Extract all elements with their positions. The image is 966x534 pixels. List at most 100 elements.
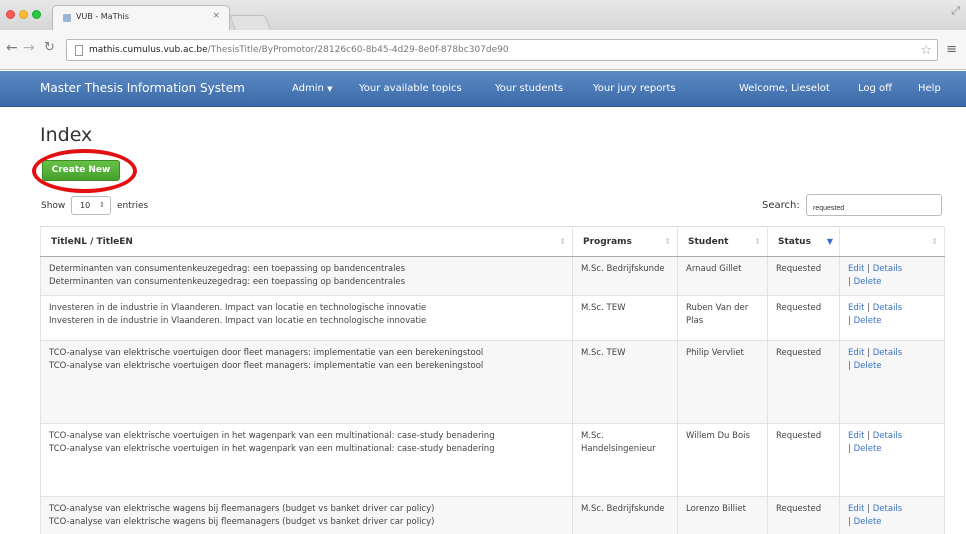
chevron-down-icon: ▼ <box>327 85 333 93</box>
browser-tabstrip: VUB - MaThis × ⤢ <box>0 0 966 30</box>
close-window-icon[interactable] <box>6 10 15 19</box>
delete-link[interactable]: Delete <box>854 277 882 287</box>
program-cell: M.Sc. Bedrijfskunde <box>572 496 678 534</box>
header-programs[interactable]: Programs ⇕ <box>572 226 678 257</box>
details-link[interactable]: Details <box>873 264 902 274</box>
app-navbar: Master Thesis Information System Admin ▼… <box>0 71 966 107</box>
separator: | <box>867 264 871 274</box>
details-link[interactable]: Details <box>873 303 902 313</box>
header-title-label: TitleNL / TitleEN <box>51 236 133 247</box>
table-row: Investeren in de industrie in Vlaanderen… <box>40 295 945 341</box>
back-arrow-icon[interactable]: ← <box>6 41 18 55</box>
details-link[interactable]: Details <box>873 348 902 358</box>
delete-link[interactable]: Delete <box>854 361 882 371</box>
title-nl: TCO-analyse van elektrische wagens bij f… <box>49 504 435 514</box>
table-row: Determinanten van consumentenkeuzegedrag… <box>40 256 945 296</box>
status-cell: Requested <box>767 256 840 296</box>
delete-link[interactable]: Delete <box>854 517 882 527</box>
sort-icon: ⇕ <box>931 237 938 246</box>
nav-available-topics[interactable]: Your available topics <box>359 83 462 94</box>
edit-link[interactable]: Edit <box>848 264 864 274</box>
title-cell: TCO-analyse van elektrische voertuigen i… <box>40 423 573 497</box>
edit-link[interactable]: Edit <box>848 303 864 313</box>
status-cell: Requested <box>767 496 840 534</box>
details-link[interactable]: Details <box>873 431 902 441</box>
program-cell: M.Sc. Bedrijfskunde <box>572 256 678 296</box>
student-cell: Arnaud Gillet <box>677 256 768 296</box>
title-cell: TCO-analyse van elektrische voertuigen d… <box>40 340 573 424</box>
actions-cell: Edit | Details | Delete <box>839 256 945 296</box>
student-cell: Ruben Van der Plas <box>677 295 768 341</box>
logoff-link[interactable]: Log off <box>858 83 892 94</box>
delete-link[interactable]: Delete <box>854 444 882 454</box>
header-programs-label: Programs <box>583 236 632 247</box>
separator: | <box>848 516 851 527</box>
status-cell: Requested <box>767 340 840 424</box>
forward-arrow-icon[interactable]: → <box>23 41 35 55</box>
program-cell: M.Sc. TEW <box>572 340 678 424</box>
page-size-select[interactable]: 10 ⇕ <box>71 196 111 215</box>
header-student[interactable]: Student ⇕ <box>677 226 768 257</box>
separator: | <box>867 303 871 313</box>
title-nl: TCO-analyse van elektrische voertuigen d… <box>49 348 484 358</box>
table-row: TCO-analyse van elektrische wagens bij f… <box>40 496 945 534</box>
browser-tab[interactable]: VUB - MaThis × <box>52 5 230 30</box>
nav-your-students[interactable]: Your students <box>495 83 563 94</box>
browser-menu-icon[interactable]: ≡ <box>946 42 957 57</box>
title-nl: Investeren in de industrie in Vlaanderen… <box>49 303 427 313</box>
edit-link[interactable]: Edit <box>848 504 864 514</box>
address-bar[interactable]: mathis.cumulus.vub.ac.be/ThesisTitle/ByP… <box>66 39 938 61</box>
delete-link[interactable]: Delete <box>854 316 882 326</box>
separator: | <box>867 431 871 441</box>
separator: | <box>867 504 871 514</box>
admin-menu[interactable]: Admin ▼ <box>292 83 332 94</box>
actions-cell: Edit | Details | Delete <box>839 340 945 424</box>
fullscreen-icon[interactable]: ⤢ <box>951 4 960 18</box>
bookmark-star-icon[interactable]: ☆ <box>920 43 932 58</box>
brand-link[interactable]: Master Thesis Information System <box>40 81 245 95</box>
page-icon <box>75 45 83 56</box>
header-status[interactable]: Status ▼ <box>767 226 840 257</box>
separator: | <box>848 276 851 287</box>
new-tab-button[interactable] <box>229 15 271 30</box>
maximize-window-icon[interactable] <box>32 10 41 19</box>
reload-icon[interactable]: ↻ <box>44 41 55 55</box>
title-en: TCO-analyse van elektrische voertuigen d… <box>49 360 484 371</box>
admin-menu-label: Admin <box>292 83 324 94</box>
actions-cell: Edit | Details | Delete <box>839 295 945 341</box>
entries-label: entries <box>117 201 149 211</box>
program-cell: M.Sc. TEW <box>572 295 678 341</box>
title-cell: Investeren in de industrie in Vlaanderen… <box>40 295 573 341</box>
nav-jury-reports[interactable]: Your jury reports <box>593 83 676 94</box>
header-title[interactable]: TitleNL / TitleEN ⇕ <box>40 226 573 257</box>
header-actions[interactable]: ⇕ <box>839 226 945 257</box>
tab-title: VUB - MaThis <box>76 12 129 21</box>
browser-toolbar: ← → ↻ mathis.cumulus.vub.ac.be/ThesisTit… <box>0 30 966 70</box>
actions-cell: Edit | Details | Delete <box>839 496 945 534</box>
minimize-window-icon[interactable] <box>19 10 28 19</box>
edit-link[interactable]: Edit <box>848 348 864 358</box>
header-student-label: Student <box>688 236 729 247</box>
student-cell: Lorenzo Billiet <box>677 496 768 534</box>
separator: | <box>848 443 851 454</box>
status-cell: Requested <box>767 295 840 341</box>
thesis-table: TitleNL / TitleEN ⇕ Programs ⇕ Student ⇕ St… <box>40 226 945 534</box>
details-link[interactable]: Details <box>873 504 902 514</box>
url-host: mathis.cumulus.vub.ac.be <box>89 45 208 55</box>
actions-cell: Edit | Details | Delete <box>839 423 945 497</box>
separator: | <box>848 360 851 371</box>
sort-icon: ⇕ <box>559 237 566 246</box>
separator: | <box>867 348 871 358</box>
student-cell: Willem Du Bois <box>677 423 768 497</box>
sort-icon: ⇕ <box>754 237 761 246</box>
edit-link[interactable]: Edit <box>848 431 864 441</box>
sort-icon: ⇕ <box>664 237 671 246</box>
search-input[interactable] <box>806 194 942 216</box>
title-cell: Determinanten van consumentenkeuzegedrag… <box>40 256 573 296</box>
table-row: TCO-analyse van elektrische voertuigen i… <box>40 423 945 497</box>
sort-descending-icon: ▼ <box>826 237 833 246</box>
title-en: TCO-analyse van elektrische wagens bij f… <box>49 516 435 527</box>
tab-close-icon[interactable]: × <box>212 11 220 21</box>
welcome-user-link[interactable]: Welcome, Lieselot <box>739 83 830 94</box>
help-link[interactable]: Help <box>918 83 941 94</box>
